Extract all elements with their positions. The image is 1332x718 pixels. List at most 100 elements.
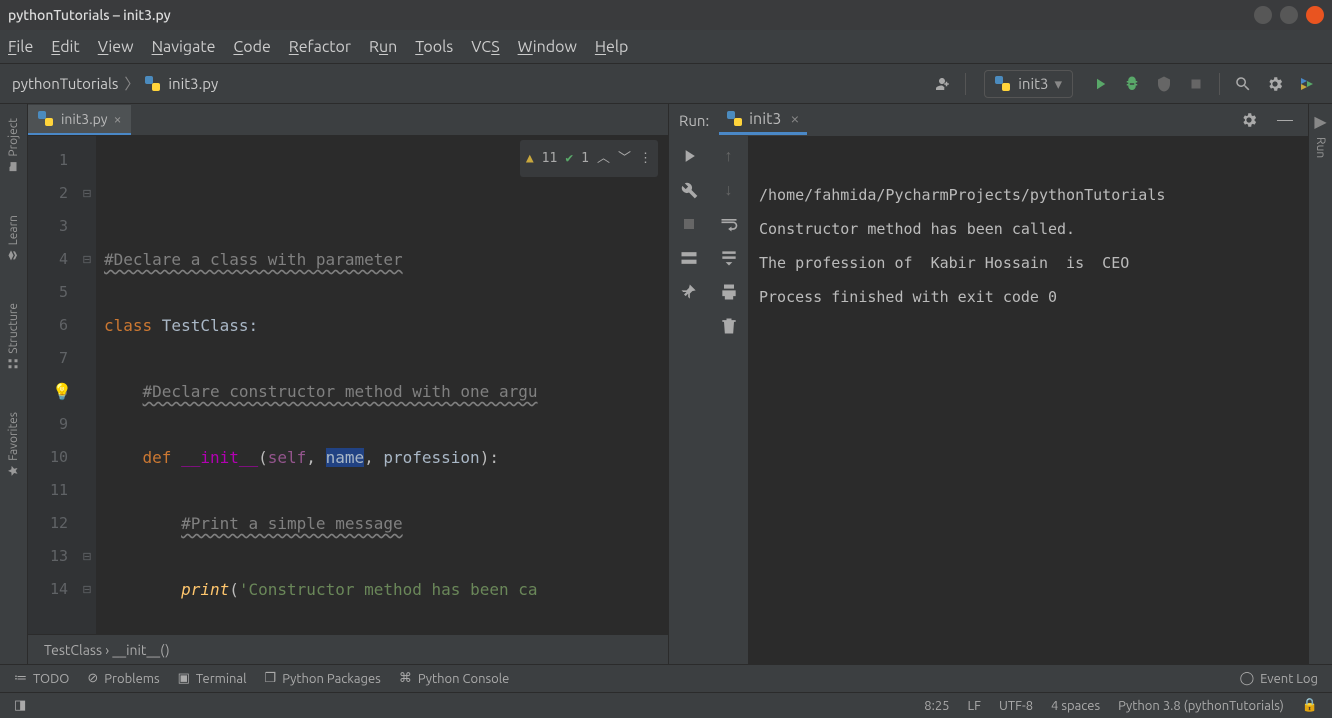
- tool-terminal[interactable]: ▣ Terminal: [178, 671, 247, 686]
- breadcrumb-project[interactable]: pythonTutorials: [12, 75, 118, 92]
- warning-icon: ▲: [526, 142, 534, 175]
- tool-run-tab[interactable]: Run: [1312, 131, 1329, 164]
- tool-python-console[interactable]: ⌘ Python Console: [399, 671, 510, 686]
- menu-file[interactable]: File: [8, 38, 33, 56]
- tool-event-log[interactable]: ◯ Event Log: [1240, 671, 1318, 686]
- run-tab-label: init3: [749, 110, 781, 128]
- settings-button[interactable]: [1262, 71, 1288, 97]
- breadcrumb-file[interactable]: init3.py: [168, 75, 218, 92]
- stop-button[interactable]: [1183, 71, 1209, 97]
- tool-python-packages[interactable]: ❒ Python Packages: [265, 671, 381, 686]
- dropdown-icon: ▾: [1054, 75, 1062, 93]
- next-highlight-icon[interactable]: ﹀: [618, 142, 631, 175]
- run-label: Run:: [679, 112, 709, 129]
- tool-learn[interactable]: Learn: [5, 209, 22, 267]
- run-configuration-selector[interactable]: init3 ▾: [984, 70, 1073, 98]
- run-settings-icon[interactable]: [1236, 107, 1262, 133]
- window-close-button[interactable]: [1306, 6, 1324, 24]
- menu-window[interactable]: Window: [518, 38, 577, 56]
- debug-button[interactable]: [1119, 71, 1145, 97]
- editor-tab-label: init3.py: [61, 111, 108, 127]
- menu-help[interactable]: Help: [595, 38, 629, 56]
- soft-wrap-icon[interactable]: [719, 214, 739, 234]
- run-config-name: init3: [1018, 75, 1048, 92]
- hide-run-icon[interactable]: —: [1272, 107, 1298, 133]
- menu-vcs[interactable]: VCS: [471, 38, 499, 56]
- python-interpreter[interactable]: Python 3.8 (pythonTutorials): [1118, 699, 1284, 713]
- run-tool-window: Run: init3 × — ↑ ↓: [668, 104, 1308, 664]
- editor-body[interactable]: 1234567891011121314 ⊟⊟⊟⊟ ▲11 ✔1 ︿ ﹀ ⋮ 💡 …: [28, 136, 668, 634]
- code-text-area[interactable]: ▲11 ✔1 ︿ ﹀ ⋮ 💡 #Declare a class with par…: [96, 136, 668, 634]
- python-file-icon: [145, 76, 160, 91]
- indent-info[interactable]: 4 spaces: [1051, 699, 1100, 713]
- menu-view[interactable]: View: [98, 38, 134, 56]
- bottom-tool-stripe: ≔ TODO ⊘ Problems ▣ Terminal ❒ Python Pa…: [0, 664, 1332, 692]
- tool-favorites[interactable]: Favorites: [5, 406, 22, 483]
- run-console-output[interactable]: /home/fahmida/PycharmProjects/pythonTuto…: [749, 136, 1308, 664]
- menu-code[interactable]: Code: [233, 38, 270, 56]
- python-file-icon: [38, 111, 53, 126]
- python-icon: [995, 76, 1010, 91]
- fold-gutter: ⊟⊟⊟⊟: [78, 136, 96, 634]
- run-sidebar-left: [669, 136, 709, 664]
- main-menu: File Edit View Navigate Code Refactor Ru…: [0, 30, 1332, 64]
- run-tab[interactable]: init3 ×: [719, 106, 807, 135]
- scroll-to-end-icon[interactable]: [719, 248, 739, 268]
- inspection-widget[interactable]: ▲11 ✔1 ︿ ﹀ ⋮: [520, 140, 658, 177]
- run-body: ↑ ↓ /home/fahmida/PycharmProjects/python…: [669, 136, 1308, 664]
- menu-navigate[interactable]: Navigate: [152, 38, 216, 56]
- stop-run-icon[interactable]: [679, 214, 699, 234]
- print-icon[interactable]: [719, 282, 739, 302]
- run-with-coverage-button[interactable]: [1151, 71, 1177, 97]
- menu-run[interactable]: Run: [369, 38, 397, 56]
- up-icon[interactable]: ↑: [719, 146, 739, 166]
- python-icon: [727, 111, 742, 126]
- tool-todo[interactable]: ≔ TODO: [14, 671, 69, 686]
- trash-icon[interactable]: [719, 316, 739, 336]
- menu-refactor[interactable]: Refactor: [289, 38, 351, 56]
- caret-position[interactable]: 8:25: [924, 699, 949, 713]
- window-maximize-button[interactable]: [1280, 6, 1298, 24]
- show-tool-icon[interactable]: ▶: [1314, 112, 1326, 131]
- wrench-icon[interactable]: [679, 180, 699, 200]
- tool-problems[interactable]: ⊘ Problems: [87, 671, 159, 686]
- menu-tools[interactable]: Tools: [415, 38, 453, 56]
- toolbar-divider: [1219, 73, 1220, 95]
- main-area: Project Learn Structure Favorites init3.…: [0, 104, 1332, 664]
- ok-icon: ✔: [565, 142, 573, 175]
- line-separator[interactable]: LF: [968, 699, 981, 713]
- tool-structure[interactable]: Structure: [5, 297, 22, 376]
- rerun-icon[interactable]: [679, 146, 699, 166]
- window-title: pythonTutorials – init3.py: [8, 7, 1246, 23]
- editor-tab-init3[interactable]: init3.py ×: [28, 105, 131, 135]
- prev-highlight-icon[interactable]: ︿: [597, 142, 610, 175]
- status-bar: ◨ 8:25 LF UTF-8 4 spaces Python 3.8 (pyt…: [0, 692, 1332, 718]
- intention-bulb-icon[interactable]: 💡: [52, 375, 72, 408]
- run-header: Run: init3 × —: [669, 104, 1308, 136]
- breadcrumb[interactable]: pythonTutorials 〉 init3.py: [12, 73, 923, 94]
- menu-edit[interactable]: Edit: [51, 38, 79, 56]
- run-button[interactable]: [1087, 71, 1113, 97]
- close-run-tab-icon[interactable]: ×: [790, 110, 799, 128]
- layout-icon[interactable]: [679, 248, 699, 268]
- close-tab-icon[interactable]: ×: [114, 111, 122, 127]
- editor-tabs: init3.py ×: [28, 104, 668, 136]
- tool-project[interactable]: Project: [5, 112, 22, 179]
- lock-icon[interactable]: 🔒: [1302, 698, 1318, 713]
- ide-scripting-button[interactable]: [1294, 71, 1320, 97]
- window-minimize-button[interactable]: [1254, 6, 1272, 24]
- window-titlebar: pythonTutorials – init3.py: [0, 0, 1332, 30]
- pin-icon[interactable]: [679, 282, 699, 302]
- run-sidebar-right: ↑ ↓: [709, 136, 749, 664]
- status-tool-windows-icon[interactable]: ◨: [14, 698, 26, 713]
- add-user-icon[interactable]: [929, 71, 955, 97]
- search-everywhere-button[interactable]: [1230, 71, 1256, 97]
- editor-breadcrumbs[interactable]: TestClass › __init__(): [28, 634, 668, 664]
- down-icon[interactable]: ↓: [719, 180, 739, 200]
- file-encoding[interactable]: UTF-8: [999, 699, 1033, 713]
- editor-pane: init3.py × 1234567891011121314 ⊟⊟⊟⊟ ▲11 …: [28, 104, 668, 664]
- right-tool-stripe: ▶ Run: [1308, 104, 1332, 664]
- more-icon[interactable]: ⋮: [639, 142, 652, 175]
- navigation-toolbar: pythonTutorials 〉 init3.py init3 ▾: [0, 64, 1332, 104]
- toolbar-divider: [965, 73, 966, 95]
